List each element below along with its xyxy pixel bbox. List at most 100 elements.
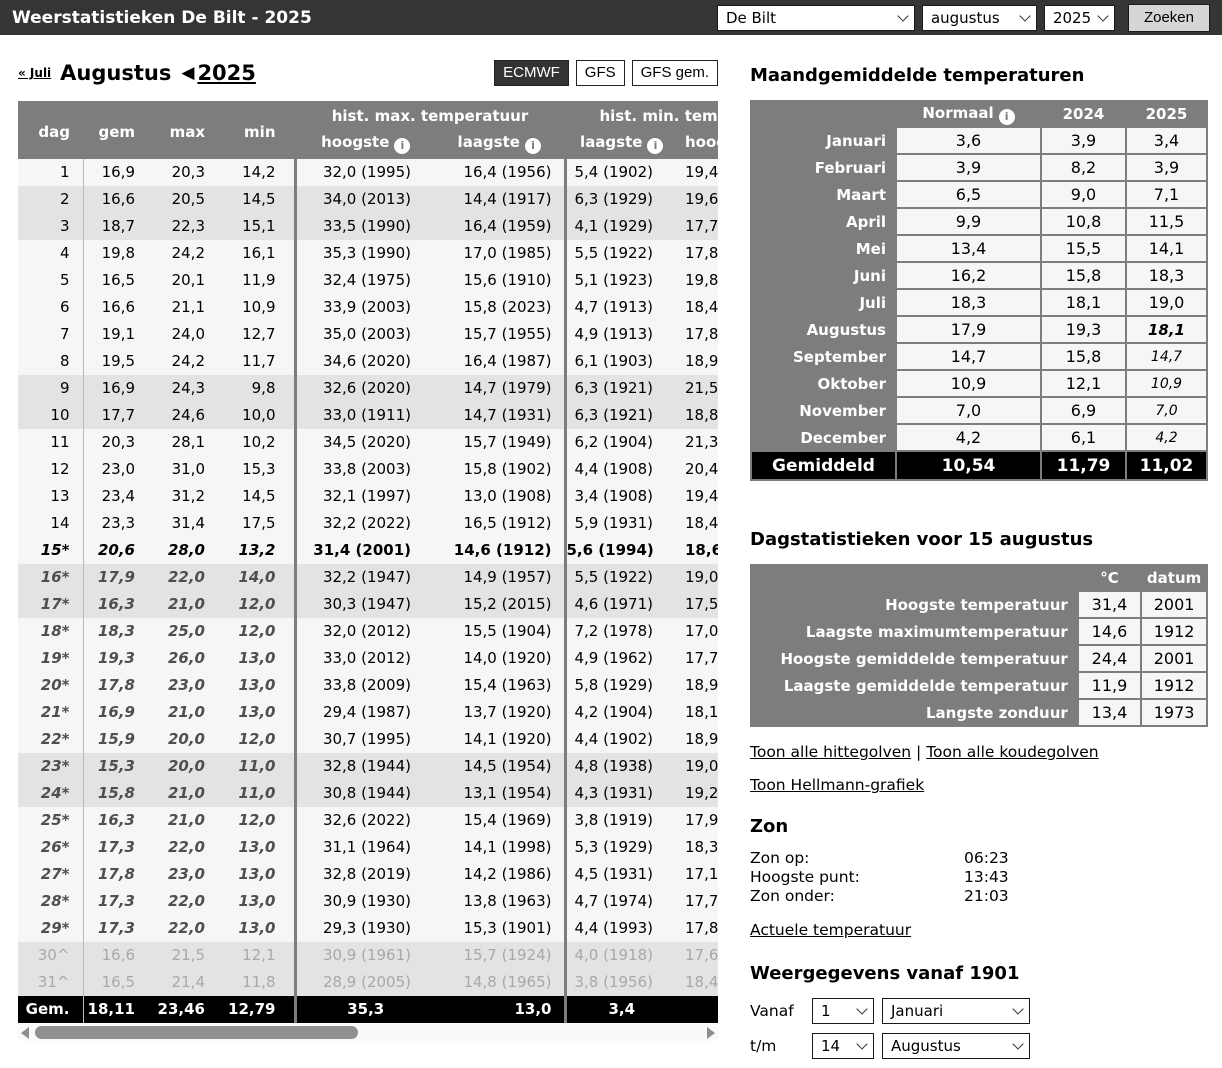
month-select[interactable]: augustus (921, 4, 1037, 31)
col-header-datum: datum (1142, 566, 1206, 590)
left-column: « Juli Augustus ◀ 2025 ECMWF GFS GFS gem… (18, 35, 718, 1068)
day-stat-row: Laagste maximumtemperatuur 14,6 1912 (752, 619, 1206, 644)
monthly-row: Augustus 17,9 19,3 18,1 (752, 317, 1206, 342)
table-row: 16* 17,9 22,0 14,0 32,2 (1947) 14,9 (1957) 5,5… (18, 564, 718, 591)
table-row: 26* 17,3 22,0 13,0 31,1 (1964) 14,1 (1998) 5,3… (18, 834, 718, 861)
model-button-ecmwf[interactable]: ECMWF (494, 60, 569, 86)
search-button[interactable]: Zoeken (1127, 3, 1210, 32)
table-row: 29* 17,3 22,0 13,0 29,3 (1930) 15,3 (1901) 4,4… (18, 915, 718, 942)
table-row: 1 16,9 20,3 14,2 32,0 (1995) 16,4 (1956) 5,4 (… (18, 159, 718, 186)
table-row: 5 16,5 20,1 11,9 32,4 (1975) 15,6 (1910) 5,1 (… (18, 267, 718, 294)
monthly-table-title: Maandgemiddelde temperaturen (750, 65, 1085, 86)
sun-section-title: Zon (750, 816, 789, 837)
chevron-down-icon (856, 1038, 868, 1050)
heatwaves-link[interactable]: Toon alle hittegolven (750, 743, 911, 761)
col-header-gem: gem (83, 101, 153, 159)
model-button-gfs[interactable]: GFS (575, 60, 625, 86)
year-link[interactable]: 2025 (197, 61, 255, 85)
tm-day-select[interactable]: 14 (812, 1033, 874, 1059)
col-header-laagste: laagste i (435, 128, 565, 159)
horizontal-scrollbar[interactable] (18, 1024, 718, 1041)
year-select[interactable]: 2025 (1043, 4, 1115, 31)
current-temperature-link[interactable]: Actuele temperatuur (750, 921, 911, 939)
col-header-min: min (223, 101, 295, 159)
prev-year-arrow-icon[interactable]: ◀ (181, 63, 194, 83)
table-row: 18* 18,3 25,0 12,0 32,0 (2012) 15,5 (1904) 7,2… (18, 618, 718, 645)
table-row: 24* 15,8 21,0 11,0 30,8 (1944) 13,1 (1954) 4,3… (18, 780, 718, 807)
current-month-title: Augustus (60, 61, 172, 85)
monthly-row: April 9,9 10,8 11,5 (752, 209, 1206, 234)
info-icon[interactable]: i (394, 138, 411, 154)
monthly-row: Juli 18,3 18,1 19,0 (752, 290, 1206, 315)
chevron-down-icon (1012, 1003, 1024, 1015)
col-header-hoogste-min: hoogstei (677, 128, 718, 159)
model-button-group: ECMWF GFS GFS gem. (494, 60, 718, 86)
table-row: 17* 16,3 21,0 12,0 30,3 (1947) 15,2 (2015) 4,6… (18, 591, 718, 618)
table-row: 6 16,6 21,1 10,9 33,9 (2003) 15,8 (2023) 4,7 (… (18, 294, 718, 321)
col-header-laagste-min: laagste i (563, 128, 677, 159)
records-form-title: Weergegevens vanaf 1901 (750, 963, 1020, 984)
vanaf-month-select[interactable]: Januari (882, 998, 1030, 1024)
tm-row: t/m 14 Augustus (750, 1033, 1210, 1059)
table-row: 4 19,8 24,2 16,1 35,3 (1990) 17,0 (1985) 5,5 (… (18, 240, 718, 267)
monthly-row: December 4,2 6,1 4,2 (752, 425, 1206, 450)
table-row: 9 16,9 24,3 9,8 32,6 (2020) 14,7 (1979) 6,3 (1… (18, 375, 718, 402)
scroll-left-icon[interactable] (21, 1027, 29, 1039)
day-stat-row: Hoogste temperatuur 31,4 2001 (752, 592, 1206, 617)
table-row: 31^ 16,5 21,4 11,8 28,9 (2005) 14,8 (1965) 3,8… (18, 969, 718, 996)
monthly-row: Oktober 10,9 12,1 10,9 (752, 371, 1206, 396)
monthly-row: Juni 16,2 15,8 18,3 (752, 263, 1206, 288)
col-group-hist-max: hist. max. temperatuur (293, 101, 565, 128)
table-row: 7 19,1 24,0 12,7 35,0 (2003) 15,7 (1955) 4,9 (… (18, 321, 718, 348)
sun-time-row: Zon onder: 21:03 (750, 887, 1009, 905)
day-stat-row: Laagste gemiddelde temperatuur 11,9 1912 (752, 673, 1206, 698)
page-title: Weerstatistieken De Bilt - 2025 (12, 7, 312, 28)
monthly-row: Mei 13,4 15,5 14,1 (752, 236, 1206, 261)
scrollbar-thumb[interactable] (35, 1026, 358, 1039)
table-row: 11 20,3 28,1 10,2 34,5 (2020) 15,7 (1949) 6,2 … (18, 429, 718, 456)
prev-month-link[interactable]: « Juli (18, 66, 51, 80)
right-column: Maandgemiddelde temperaturen Normaal i 20… (750, 35, 1210, 1068)
table-row: 23* 15,3 20,0 11,0 32,8 (1944) 14,5 (1954) 4,8… (18, 753, 718, 780)
table-row: 27* 17,8 23,0 13,0 32,8 (2019) 14,2 (1986) 4,5… (18, 861, 718, 888)
table-row: 3 18,7 22,3 15,1 33,5 (1990) 16,4 (1959) 4,1 (… (18, 213, 718, 240)
monthly-row: Maart 6,5 9,0 7,1 (752, 182, 1206, 207)
vanaf-day-select[interactable]: 1 (812, 998, 874, 1024)
col-header-celsius: °C (1078, 566, 1141, 590)
year-select-value: 2025 (1052, 8, 1092, 27)
table-row: 30^ 16,6 21,5 12,1 30,9 (1961) 15,7 (1924) 4,0… (18, 942, 718, 969)
table-row: 10 17,7 24,6 10,0 33,0 (1911) 14,7 (1931) 6,3 … (18, 402, 718, 429)
month-navigation: « Juli Augustus ◀ 2025 ECMWF GFS GFS gem… (18, 57, 718, 89)
station-select[interactable]: De Bilt (716, 4, 915, 31)
table-row: 2 16,6 20,5 14,5 34,0 (2013) 14,4 (1917) 6,3 (… (18, 186, 718, 213)
coldwaves-link[interactable]: Toon alle koudegolven (926, 743, 1098, 761)
info-icon[interactable]: i (524, 138, 541, 154)
col-header-normaal: Normaal i (897, 102, 1040, 126)
chevron-down-icon (1012, 1038, 1024, 1050)
link-separator: | (916, 743, 922, 761)
chevron-down-icon (897, 9, 909, 22)
sun-time-row: Zon op: 06:23 (750, 849, 1009, 867)
info-icon[interactable]: i (998, 108, 1015, 125)
col-header-dag: dag (18, 101, 83, 159)
monthly-row: Februari 3,9 8,2 3,9 (752, 155, 1206, 180)
table-row: 20* 17,8 23,0 13,0 33,8 (2009) 15,4 (1963) 5,8… (18, 672, 718, 699)
scroll-right-icon[interactable] (707, 1027, 715, 1039)
table-row: 13 23,4 31,2 14,5 32,1 (1997) 13,0 (1908) 3,4 … (18, 483, 718, 510)
day-records-table: °C datum Hoogste temperatuur 31,4 2001 Laag… (750, 564, 1208, 727)
chevron-down-icon (1097, 9, 1109, 22)
day-statistics-table: dag gem max min hist. max. temperatuur h… (18, 101, 718, 1023)
monthly-row: September 14,7 15,8 14,7 (752, 344, 1206, 369)
table-row: 28* 17,3 22,0 13,0 30,9 (1930) 13,8 (1963) 4,7… (18, 888, 718, 915)
table-row: 15* 20,6 28,0 13,2 31,4 (2001) 14,6 (1912) 5,6… (18, 537, 718, 564)
hellmann-link[interactable]: Toon Hellmann-grafiek (750, 776, 924, 794)
info-icon[interactable]: i (647, 138, 664, 154)
table-row: 8 19,5 24,2 11,7 34,6 (2020) 16,4 (1987) 6,1 (… (18, 348, 718, 375)
col-header-max: max (153, 101, 223, 159)
model-button-gfs-gem[interactable]: GFS gem. (631, 60, 718, 86)
page-content: « Juli Augustus ◀ 2025 ECMWF GFS GFS gem… (0, 35, 1222, 1068)
monthly-average-table: Normaal i 2024 2025 Januari 3,6 3,9 3,4 Febru… (750, 100, 1208, 481)
station-select-value: De Bilt (725, 8, 777, 27)
tm-month-select[interactable]: Augustus (882, 1033, 1030, 1059)
monthly-table-body: Januari 3,6 3,9 3,4 Februari 3,9 8,2 3,9 Maart 6,… (752, 128, 1206, 450)
